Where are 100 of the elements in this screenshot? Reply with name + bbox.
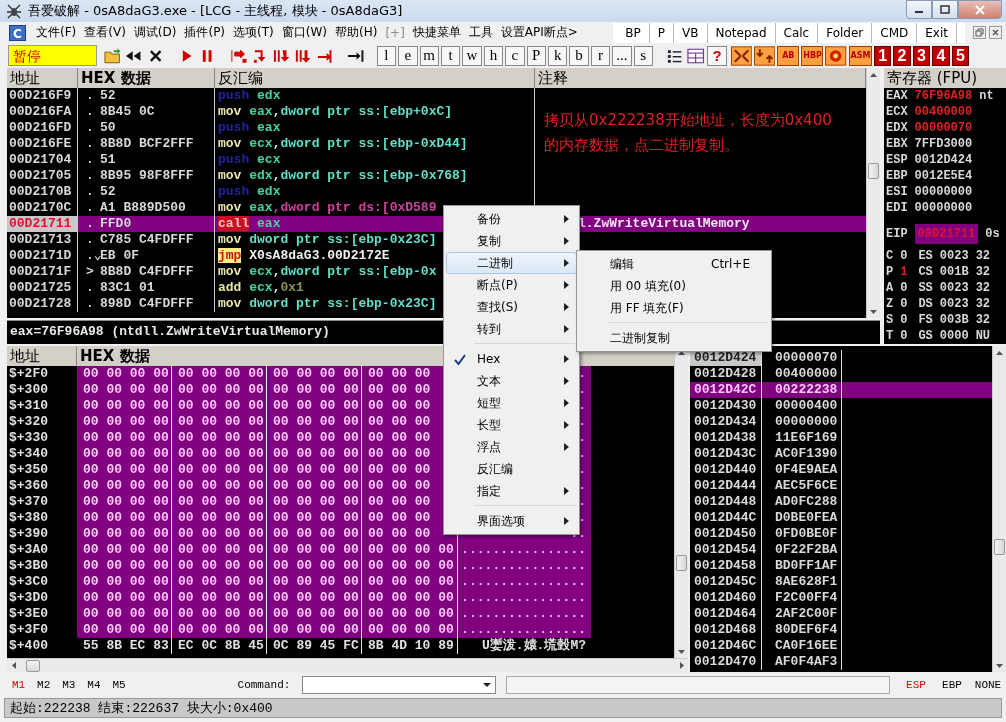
stack-row[interactable]: 0012D440 0F4E9AEA bbox=[690, 462, 992, 479]
scrollbar[interactable] bbox=[992, 346, 1006, 673]
stack-row[interactable]: 0012D46C CA0F16EE bbox=[690, 638, 992, 655]
mark-tab[interactable]: M4 bbox=[87, 679, 113, 692]
menu-item[interactable]: 帮助(H) bbox=[331, 24, 382, 42]
menu-item[interactable]: 快捷菜单 bbox=[408, 24, 465, 42]
stack-row[interactable]: 0012D450 0FD0BE0F bbox=[690, 526, 992, 543]
menu-item[interactable]: 选项(T) bbox=[229, 24, 278, 42]
row-marker: . bbox=[85, 232, 95, 249]
address-cell: 0012D438 bbox=[690, 430, 762, 447]
menu-item[interactable]: 文件(F) bbox=[32, 24, 81, 42]
hex-cell: 00 00 00 00 bbox=[77, 542, 172, 559]
stack-row[interactable]: 0012D448 AD0FC288 bbox=[690, 494, 992, 511]
hex-cell: 00 00 00 00 bbox=[77, 382, 172, 399]
scrollbar-thumb[interactable] bbox=[994, 539, 1005, 556]
menu-item[interactable]: 用 FF 填充(F) bbox=[579, 297, 769, 319]
toolbar-button[interactable]: w bbox=[462, 45, 482, 66]
close-button[interactable] bbox=[958, 0, 1002, 19]
stack-row[interactable]: 0012D460 F2C00FF4 bbox=[690, 590, 992, 607]
stack-row[interactable]: 0012D444 AEC5F6CE bbox=[690, 478, 992, 495]
menu-item[interactable]: 转到 bbox=[446, 318, 577, 340]
toolbar-button[interactable]: k bbox=[547, 45, 568, 66]
scrollbar-thumb[interactable] bbox=[868, 163, 879, 180]
ascii-cell: ................ bbox=[458, 558, 591, 575]
row-marker: . bbox=[85, 200, 95, 217]
toolbar-button[interactable]: 4 bbox=[932, 45, 950, 66]
toolbar-button[interactable]: e bbox=[398, 45, 418, 66]
scrollbar[interactable] bbox=[7, 658, 688, 673]
restore-icon[interactable] bbox=[973, 26, 986, 40]
register-toggle[interactable]: NONE bbox=[970, 679, 1006, 692]
maximize-button[interactable] bbox=[932, 0, 958, 19]
menu-item[interactable]: 编辑 Ctrl+E bbox=[579, 253, 769, 275]
mark-tab[interactable]: M1 bbox=[12, 679, 38, 692]
menu-item[interactable]: 设置API断点> bbox=[496, 24, 582, 42]
value-cell: F2C00FF4 bbox=[762, 590, 842, 607]
stack-row[interactable]: 0012D44C D0BE0FEA bbox=[690, 510, 992, 527]
toolbar-button[interactable]: 5 bbox=[951, 45, 970, 66]
value-cell: 0F22F2BA bbox=[762, 542, 842, 559]
toolbar-button[interactable]: ... bbox=[612, 45, 632, 66]
scrollbar-thumb[interactable] bbox=[676, 555, 687, 572]
toolbar-button[interactable]: r bbox=[590, 45, 611, 66]
column-header[interactable]: HEX 数据 bbox=[77, 346, 150, 367]
window-grid-icon[interactable] bbox=[686, 46, 706, 65]
menu-item[interactable]: 工具 bbox=[464, 24, 497, 42]
input-field[interactable] bbox=[505, 676, 890, 695]
register-value: 76F96A98 bbox=[914, 88, 973, 105]
scrollbar-thumb[interactable] bbox=[26, 659, 40, 672]
toolbar-button[interactable]: b bbox=[569, 45, 589, 66]
toolbar-button[interactable]: l bbox=[376, 45, 397, 66]
stack-row[interactable]: 0012D438 11E6F169 bbox=[690, 430, 992, 447]
mark-tab[interactable]: M2 bbox=[37, 679, 63, 692]
menu-item[interactable]: 用 00 填充(0) bbox=[579, 275, 769, 297]
stack-row[interactable]: 0012D45C 8AE628F1 bbox=[690, 574, 992, 591]
mark-tab[interactable]: M3 bbox=[62, 679, 88, 692]
stack-row[interactable]: 0012D458 BD0FF1AF bbox=[690, 558, 992, 575]
close-icon[interactable] bbox=[989, 26, 1002, 40]
minimize-button[interactable] bbox=[906, 0, 932, 19]
register-name: EDI bbox=[886, 200, 908, 217]
hex-cell: 00 00 00 00 bbox=[172, 478, 267, 495]
hex-cell: 00 00 00 00 bbox=[77, 414, 172, 431]
stack-row[interactable]: 0012D42C 00222238 bbox=[690, 382, 992, 399]
toolbar-button[interactable]: 1 bbox=[873, 45, 892, 66]
stack-row[interactable]: 0012D464 2AF2C00F bbox=[690, 606, 992, 623]
menu-item[interactable]: 插件(P) bbox=[180, 24, 230, 42]
segment-name: SS bbox=[918, 280, 933, 297]
toolbar-button[interactable]: h bbox=[483, 45, 504, 66]
annotation-text: 的内存数据，点二进制复制。 bbox=[544, 135, 740, 157]
command-field[interactable] bbox=[302, 676, 496, 695]
scrollbar[interactable] bbox=[866, 68, 880, 319]
segment-bits: NU bbox=[975, 328, 991, 345]
row-marker: . bbox=[85, 184, 95, 201]
mark-tab[interactable]: M5 bbox=[112, 679, 138, 692]
toolbar-button[interactable]: P bbox=[526, 45, 546, 66]
column-header[interactable]: 地址 bbox=[7, 346, 77, 367]
toolbar-button[interactable]: s bbox=[633, 45, 653, 66]
register-toggle[interactable]: EBP bbox=[934, 679, 970, 692]
ascii-cell-text: U嬱泼.媴.塃瑴M? bbox=[481, 638, 587, 655]
menu-item[interactable]: 二进制 bbox=[446, 252, 577, 274]
target-icon[interactable] bbox=[825, 45, 847, 66]
toolbar-button[interactable]: c bbox=[505, 45, 525, 66]
stack-row[interactable]: 0012D468 80DEF6F4 bbox=[690, 622, 992, 639]
register-value: 00400000 bbox=[914, 104, 973, 121]
menu-item[interactable]: 窗口(W) bbox=[277, 24, 331, 42]
help-button[interactable]: ? bbox=[707, 45, 727, 66]
stack-row[interactable]: 0012D454 0F22F2BA bbox=[690, 542, 992, 559]
register-toggle[interactable]: ESP bbox=[898, 679, 934, 692]
stack-row[interactable]: 0012D43C AC0F1390 bbox=[690, 446, 992, 463]
stack-row[interactable]: 0012D434 00000000 bbox=[690, 414, 992, 431]
stack-row[interactable]: 0012D430 00000400 bbox=[690, 398, 992, 415]
menu-item[interactable]: 查看(V) bbox=[80, 24, 130, 42]
toolbar-button[interactable]: m bbox=[419, 45, 439, 66]
menu-item[interactable]: 调试(D) bbox=[129, 24, 181, 42]
stack-row[interactable]: 0012D470 AF0F4AF3 bbox=[690, 654, 992, 671]
hex-cell: 00 00 00 00 bbox=[172, 462, 267, 479]
toolbar-button[interactable]: 3 bbox=[912, 45, 931, 66]
toolbar-button[interactable]: t bbox=[440, 45, 461, 66]
folder-icon[interactable] bbox=[103, 46, 123, 65]
arrows-icon[interactable] bbox=[754, 45, 776, 66]
toolbar-button[interactable]: 2 bbox=[893, 45, 911, 66]
arrows-icon[interactable] bbox=[730, 45, 753, 66]
